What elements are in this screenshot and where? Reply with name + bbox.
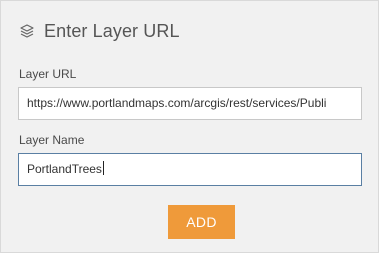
enter-layer-url-panel: Enter Layer URL Layer URL https://www.po… (0, 0, 379, 253)
layer-url-input[interactable]: https://www.portlandmaps.com/arcgis/rest… (18, 87, 362, 120)
layer-name-input[interactable]: PortlandTrees (18, 153, 362, 186)
layer-url-value: https://www.portlandmaps.com/arcgis/rest… (27, 96, 327, 110)
panel-title: Enter Layer URL (44, 20, 180, 41)
panel-header: Enter Layer URL (18, 20, 180, 42)
layer-name-label: Layer Name (19, 133, 85, 147)
text-cursor (102, 161, 104, 175)
layer-url-label: Layer URL (19, 67, 77, 81)
add-button[interactable]: ADD (168, 205, 235, 239)
layers-icon (18, 22, 36, 40)
layer-name-value: PortlandTrees (27, 162, 102, 176)
